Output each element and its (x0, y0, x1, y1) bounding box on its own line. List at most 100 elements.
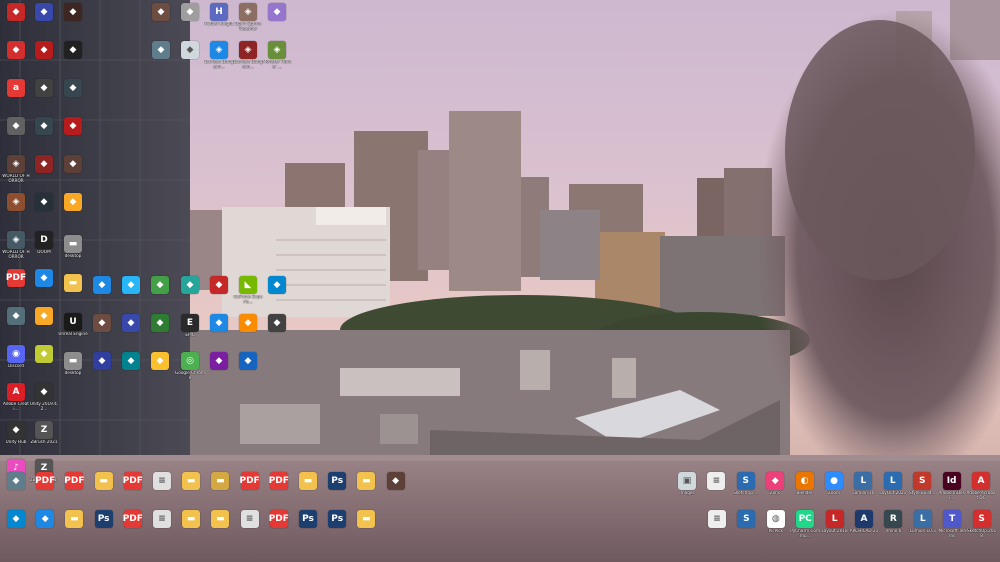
desktop-shortcut[interactable]: ◆ (30, 269, 58, 288)
desktop-shortcut[interactable]: ◆ (263, 314, 291, 333)
desktop-shortcut[interactable]: Id Adobe InDesi... (938, 472, 966, 500)
desktop-shortcut[interactable]: ▬ (294, 472, 322, 491)
desktop-shortcut[interactable]: ≡ (702, 472, 730, 491)
desktop-shortcut[interactable]: ≡ (703, 510, 731, 529)
desktop-shortcut[interactable]: ◆ (2, 41, 30, 60)
desktop-shortcut[interactable]: ▣ Images (673, 472, 701, 496)
desktop-shortcut[interactable]: ◍ PicPick (762, 510, 790, 534)
desktop-shortcut[interactable]: ◈ Darkest Dungeon... (205, 41, 233, 69)
desktop-shortcut[interactable]: D DOOM (30, 231, 58, 255)
desktop-shortcut[interactable]: R Rhino 6 (879, 510, 907, 534)
desktop-shortcut[interactable]: ≡ (148, 472, 176, 491)
desktop-shortcut[interactable]: ◈ Darkest Dungeon... (234, 41, 262, 69)
desktop-shortcut[interactable]: A Adobe Creati... (2, 383, 30, 411)
desktop-shortcut[interactable]: Z ZBrush 2021 (30, 421, 58, 445)
desktop-shortcut[interactable]: ◆ (30, 345, 58, 364)
desktop-shortcut[interactable]: ◆ (2, 3, 30, 22)
desktop-shortcut[interactable]: L Layout 2018 (821, 510, 849, 534)
desktop-shortcut[interactable]: S (732, 510, 760, 529)
desktop-shortcut[interactable]: ▬ desktop (59, 352, 87, 376)
desktop-shortcut[interactable]: ▬ desktop (59, 235, 87, 259)
desktop-shortcut[interactable]: S SketchUp ... (732, 472, 760, 496)
desktop-shortcut[interactable]: ▬ (60, 510, 88, 529)
desktop-shortcut[interactable]: ▬ (206, 510, 234, 529)
desktop-shortcut[interactable]: ◆ (263, 276, 291, 295)
desktop-shortcut[interactable]: ◆ (2, 472, 30, 491)
desktop-shortcut[interactable]: ◈ Monster Hunter ... (263, 41, 291, 69)
desktop-shortcut[interactable]: ◆ (88, 352, 116, 371)
desktop-shortcut[interactable]: L Lumion 10 (849, 472, 877, 496)
desktop-shortcut[interactable]: ◆ (30, 193, 58, 212)
desktop-shortcut[interactable]: A ARCHICAD 21 (850, 510, 878, 534)
desktop-shortcut[interactable]: ◆ (176, 276, 204, 295)
desktop-shortcut[interactable]: ◆ (2, 117, 30, 136)
desktop-shortcut[interactable]: ▬ (352, 472, 380, 491)
desktop-shortcut[interactable]: A Adobe Acrobat DC (966, 472, 996, 500)
desktop-shortcut[interactable]: ◆ (117, 276, 145, 295)
desktop-shortcut[interactable]: PDF (119, 472, 147, 491)
desktop-shortcut[interactable]: Ps (90, 510, 118, 529)
desktop-shortcut[interactable]: ◆ (59, 117, 87, 136)
desktop-shortcut[interactable]: ◐ Blender (791, 472, 819, 496)
desktop-shortcut[interactable]: ▬ (352, 510, 380, 529)
desktop-shortcut[interactable]: ◈ Don't Starve Together (234, 3, 262, 31)
desktop-shortcut[interactable]: ◆ (2, 307, 30, 326)
desktop-shortcut[interactable]: ▬ (206, 472, 234, 491)
desktop-shortcut[interactable]: Ps (294, 510, 322, 529)
desktop-shortcut[interactable]: T Microsoft Teams (938, 510, 966, 538)
desktop-shortcut[interactable]: ◆ (117, 314, 145, 333)
desktop-shortcut[interactable]: ◆ (147, 3, 175, 22)
desktop-shortcut[interactable]: Ps (323, 510, 351, 529)
desktop-shortcut[interactable]: PDF (2, 269, 30, 288)
desktop-shortcut[interactable]: PDF (60, 472, 88, 491)
desktop-shortcut[interactable]: ◆ Zoho (761, 472, 789, 496)
desktop-shortcut[interactable]: ◆ Unity Hub (2, 421, 30, 445)
desktop-shortcut[interactable]: U Unreal Engine (58, 313, 88, 337)
desktop-shortcut[interactable]: ◆ (31, 510, 59, 529)
desktop-shortcut[interactable]: ◆ (59, 3, 87, 22)
desktop-shortcut[interactable]: ◆ (382, 472, 410, 491)
desktop-shortcut[interactable]: ▬ (177, 510, 205, 529)
desktop-shortcut[interactable]: ▬ (59, 274, 87, 293)
desktop-shortcut[interactable]: ◆ Unity 2019.4.2... (30, 383, 58, 411)
desktop-shortcut[interactable]: ◆ (117, 352, 145, 371)
desktop-shortcut[interactable]: PDF (31, 472, 59, 491)
desktop-shortcut[interactable]: S Style Build... (908, 472, 936, 496)
desktop-shortcut[interactable]: ◆ (146, 352, 174, 371)
desktop-shortcut[interactable]: PDF (119, 510, 147, 529)
desktop-shortcut[interactable]: ◆ (234, 352, 262, 371)
desktop-shortcut[interactable]: ◎ Google Chrome (175, 352, 205, 380)
desktop-shortcut[interactable]: ◆ (176, 41, 204, 60)
desktop-shortcut[interactable]: ≡ (236, 510, 264, 529)
desktop-shortcut[interactable]: ◆ (30, 117, 58, 136)
desktop-shortcut[interactable]: ◆ (146, 276, 174, 295)
desktop-shortcut[interactable]: L Lumion 10.3 (909, 510, 937, 534)
desktop-shortcut[interactable]: ◆ (59, 79, 87, 98)
desktop-shortcut[interactable]: ◆ (30, 155, 58, 174)
desktop-shortcut[interactable]: ◈ WORLD OF HORROR (2, 231, 30, 259)
desktop-shortcut[interactable]: ◆ (176, 3, 204, 22)
desktop-shortcut[interactable]: a (2, 79, 30, 98)
desktop-shortcut[interactable]: ◈ WORLD OF HORROR (2, 155, 30, 183)
desktop-shortcut[interactable]: ◆ (30, 41, 58, 60)
desktop-shortcut[interactable]: ◆ (88, 276, 116, 295)
desktop-shortcut[interactable]: ◆ (59, 155, 87, 174)
desktop-shortcut[interactable]: ◆ (59, 193, 87, 212)
desktop-shortcut[interactable]: L LayOut 2021 (879, 472, 907, 496)
desktop-shortcut[interactable]: ◆ (30, 3, 58, 22)
desktop-shortcut[interactable]: ◆ (88, 314, 116, 333)
desktop-shortcut[interactable]: H Hollow Knight (205, 3, 233, 27)
desktop-shortcut[interactable]: ◆ (205, 352, 233, 371)
desktop-shortcut[interactable]: E EPIC (176, 314, 204, 338)
desktop-shortcut[interactable]: PDF (236, 472, 264, 491)
desktop-shortcut[interactable]: ◆ (263, 3, 291, 22)
desktop-shortcut[interactable]: ◉ Discord (2, 345, 30, 369)
desktop-shortcut[interactable]: S SketchUp 2018 (967, 510, 996, 538)
desktop-shortcut[interactable]: Ps (323, 472, 351, 491)
desktop-shortcut[interactable]: ◣ GeForce Experie... (234, 276, 262, 304)
desktop-shortcut[interactable]: PDF (265, 510, 293, 529)
desktop-shortcut[interactable]: ◆ (59, 41, 87, 60)
desktop-shortcut[interactable]: ◆ (2, 510, 30, 529)
desktop-shortcut[interactable]: ◆ (147, 41, 175, 60)
desktop-shortcut[interactable]: ≡ (148, 510, 176, 529)
